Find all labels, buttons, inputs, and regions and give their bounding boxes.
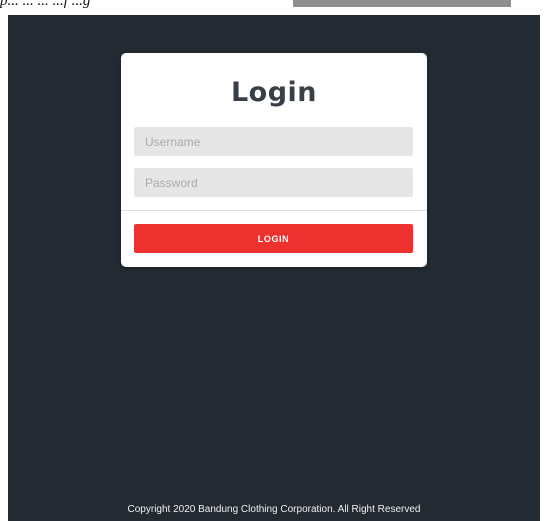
login-title: Login	[230, 77, 318, 108]
cropped-header-text: p... ... ... ...f ...g	[0, 0, 91, 9]
username-input[interactable]	[134, 127, 413, 156]
cropped-header-strip: p... ... ... ...f ...g	[0, 0, 545, 15]
login-button[interactable]: LOGIN	[134, 224, 413, 253]
footer-copyright: Copyright 2020 Bandung Clothing Corporat…	[127, 504, 421, 515]
cropped-header-bar	[293, 0, 511, 7]
login-page: Login LOGIN Copyright 2020 Bandung Cloth…	[8, 15, 540, 521]
password-input[interactable]	[134, 168, 413, 197]
card-divider	[121, 210, 427, 211]
login-card: Login LOGIN	[121, 53, 427, 267]
